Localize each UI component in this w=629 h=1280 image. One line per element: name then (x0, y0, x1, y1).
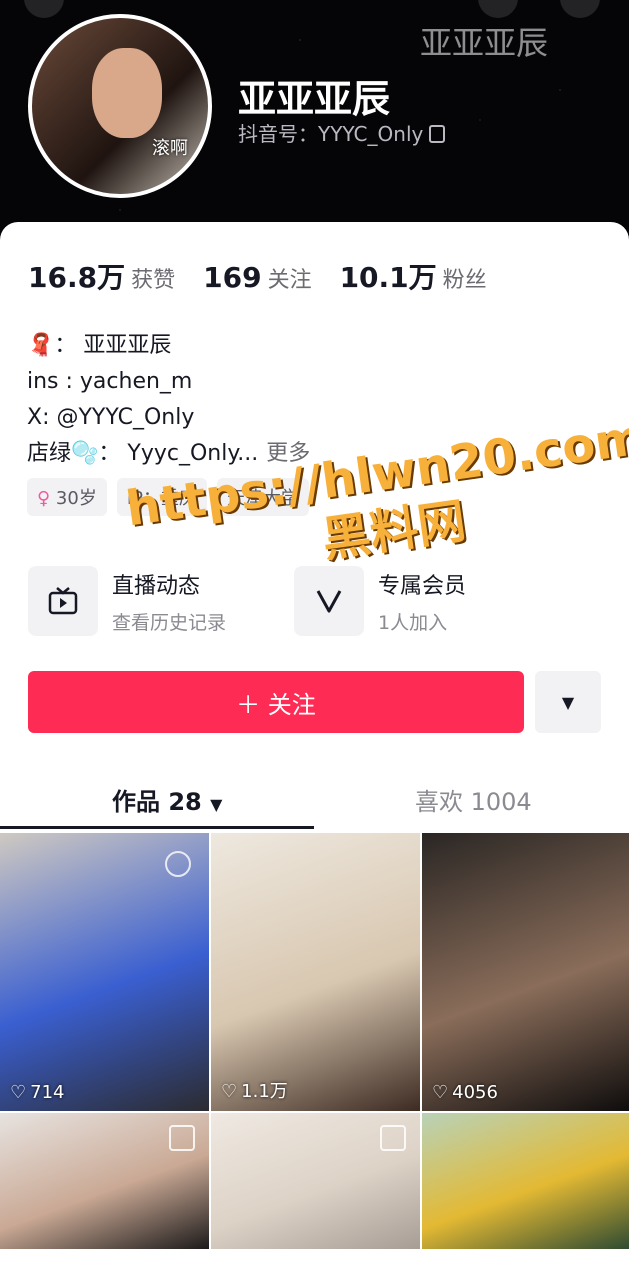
stat-followers-label: 粉丝 (442, 268, 487, 293)
post-likes: ♡ 714 (10, 1082, 65, 1103)
post-grid: ♡ 714 ♡ 1.1万 ♡ 4056 (0, 833, 629, 1249)
post-thumbnail[interactable] (422, 1113, 629, 1249)
douyin-id[interactable]: 抖音号：YYYC_Only (238, 118, 446, 147)
stat-likes-value: 16.8万 (28, 261, 126, 294)
live-title: 直播动态 (112, 573, 201, 599)
member-title: 专属会员 (378, 573, 467, 599)
stat-followers-value: 10.1万 (339, 261, 437, 294)
stats-row: 16.8万 获赞 169 关注 10.1万 粉丝 (28, 256, 487, 296)
more-icon[interactable] (560, 0, 600, 18)
triangle-down-icon: ▼ (561, 692, 575, 712)
post-thumbnail[interactable] (211, 1113, 420, 1249)
v-icon (294, 566, 364, 636)
bio-line-2: ins : yachen_m (27, 369, 193, 394)
heart-icon: ♡ (10, 1082, 27, 1103)
tag-age-text: 30岁 (55, 488, 97, 509)
post-thumbnail[interactable] (0, 1113, 209, 1249)
stat-following[interactable]: 169 关注 (203, 261, 311, 294)
copy-icon[interactable] (429, 125, 446, 143)
stat-following-value: 169 (203, 261, 262, 294)
back-icon[interactable] (24, 0, 64, 18)
tab-works[interactable]: 作品 28 ▼ (112, 782, 222, 817)
tab-likes[interactable]: 喜欢 1004 (415, 782, 532, 817)
tv-icon (28, 566, 98, 636)
profile-name: 亚亚亚辰 (238, 77, 391, 121)
post-likes-count: 1.1万 (241, 1081, 288, 1102)
stat-likes-label: 获赞 (131, 268, 176, 293)
heart-icon: ♡ (432, 1082, 449, 1103)
search-icon[interactable] (478, 0, 518, 18)
multi-image-icon (380, 1125, 406, 1151)
avatar-caption: 滚啊 (152, 138, 188, 159)
tab-indicator (0, 826, 314, 829)
tag-age: ♀ 30岁 (27, 478, 107, 516)
watermark: 亚亚亚辰 (420, 24, 549, 62)
douyin-id-text: 抖音号：YYYC_Only (238, 122, 424, 146)
post-likes: ♡ 4056 (432, 1082, 498, 1103)
tab-works-label: 作品 28 (112, 788, 202, 816)
avatar-face (92, 48, 162, 138)
stat-likes[interactable]: 16.8万 获赞 (28, 256, 175, 296)
post-likes-count: 4056 (452, 1082, 498, 1103)
multi-image-icon (169, 1125, 195, 1151)
membership-button[interactable]: 专属会员 1人加入 (294, 566, 466, 636)
follow-button[interactable]: ＋ 关注 (28, 671, 524, 733)
stat-following-label: 关注 (267, 268, 312, 293)
triangle-down-icon: ▼ (210, 795, 223, 814)
post-likes: ♡ 1.1万 (221, 1077, 288, 1103)
live-history-button[interactable]: 直播动态 查看历史记录 (28, 566, 226, 636)
bio-line-3: X: @YYYC_Only (27, 405, 195, 430)
bio-line-4-text: 店绿🫧： Yyyc_Only... (27, 441, 259, 466)
avatar[interactable]: 滚啊 (28, 14, 212, 198)
bio: 🧣： 亚亚亚辰 ins : yachen_m X: @YYYC_Only 店绿🫧… (27, 328, 310, 472)
post-likes-count: 714 (30, 1082, 65, 1103)
heart-icon: ♡ (221, 1081, 238, 1102)
post-thumbnail[interactable]: ♡ 714 (0, 833, 209, 1111)
post-thumbnail[interactable]: ♡ 4056 (422, 833, 629, 1111)
live-subtitle: 查看历史记录 (112, 611, 227, 634)
female-icon: ♀ (37, 488, 51, 509)
post-thumbnail[interactable]: ♡ 1.1万 (211, 833, 420, 1111)
live-icon (165, 851, 191, 877)
member-subtitle: 1人加入 (378, 611, 448, 634)
profile-card: 16.8万 获赞 169 关注 10.1万 粉丝 🧣： 亚亚亚辰 ins : yach… (0, 222, 629, 1280)
profile-header: 滚啊 亚亚亚辰 亚亚亚辰 抖音号：YYYC_Only (0, 0, 629, 240)
recommend-dropdown-button[interactable]: ▼ (535, 671, 601, 733)
bio-line-1: 🧣： 亚亚亚辰 (27, 333, 172, 358)
stat-followers[interactable]: 10.1万 粉丝 (340, 256, 487, 296)
